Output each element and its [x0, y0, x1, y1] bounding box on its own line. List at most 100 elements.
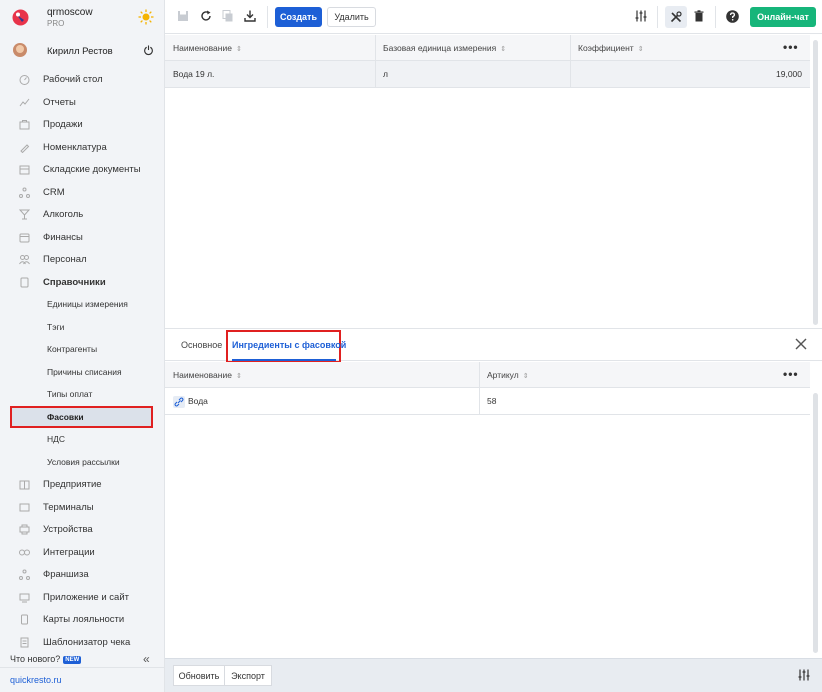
user-name: Кирилл Рестов — [47, 46, 113, 57]
submenu-item-vat[interactable]: НДС — [0, 428, 165, 451]
menu-item-receipt-template[interactable]: Шаблонизатор чека — [0, 631, 165, 654]
toolbar-divider — [715, 6, 716, 28]
toolbar-divider — [267, 6, 268, 28]
menu-item-devices[interactable]: Устройства — [0, 518, 165, 541]
link-icon[interactable] — [173, 395, 185, 408]
menu-label: Алкоголь — [43, 209, 84, 220]
menu-label: Финансы — [43, 231, 83, 243]
column-header-name[interactable]: Наименование ⇕ — [165, 35, 242, 61]
column-header-base-unit[interactable]: Базовая единица измерения ⇕ — [375, 35, 506, 61]
tab-basic[interactable]: Основное — [181, 340, 222, 350]
menu-item-warehouse[interactable]: Складские документы — [0, 158, 165, 181]
sales-icon — [19, 120, 30, 130]
submenu-label: Контрагенты — [47, 344, 98, 354]
main-table-scrollbar[interactable] — [813, 40, 818, 325]
settings-sliders-icon[interactable] — [635, 10, 647, 22]
save-icon[interactable] — [177, 10, 189, 22]
export-button[interactable]: Экспорт — [225, 665, 272, 686]
menu-item-finance[interactable]: Финансы — [0, 226, 165, 249]
toolbar-divider — [657, 6, 658, 28]
menu-label: Франшиза — [43, 569, 89, 580]
menu-label: Интеграции — [43, 546, 95, 558]
refresh-button[interactable]: Обновить — [173, 665, 225, 686]
menu-item-terminals[interactable]: Терминалы — [0, 496, 165, 519]
column-header-coefficient[interactable]: Коэффициент ⇕ — [570, 35, 644, 61]
submenu-item-mailing-conditions[interactable]: Условия рассылки — [0, 451, 165, 474]
main-menu: Рабочий стол Отчеты Продажи Номенклатура… — [0, 68, 165, 653]
menu-item-crm[interactable]: CRM — [0, 181, 165, 204]
power-icon[interactable] — [143, 45, 154, 56]
help-icon[interactable] — [726, 10, 739, 23]
delete-button[interactable]: Удалить — [327, 7, 376, 27]
sun-icon[interactable] — [138, 9, 154, 25]
whats-new-label: Что нового? — [10, 654, 61, 664]
collapse-sidebar-icon[interactable]: « — [143, 652, 150, 666]
column-header-label: Коэффициент — [578, 43, 634, 53]
loyalty-card-icon — [21, 614, 28, 625]
table-row[interactable]: Вода 58 — [165, 388, 810, 415]
cell-coefficient: 19,000 — [776, 69, 802, 79]
main-table-header: Наименование ⇕ Базовая единица измерения ⇕… — [165, 35, 810, 61]
menu-item-reference[interactable]: Справочники — [0, 271, 165, 294]
menu-item-app-site[interactable]: Приложение и сайт — [0, 586, 165, 609]
cell-name-text: Вода — [188, 396, 208, 406]
sidebar: qrmoscow PRO Кирилл Рестов Рабочий стол … — [0, 0, 165, 692]
menu-item-reports[interactable]: Отчеты — [0, 91, 165, 114]
devices-icon — [19, 524, 30, 535]
whats-new-link[interactable]: Что нового? NEW — [10, 654, 82, 664]
tab-ingredients-packaging[interactable]: Ингредиенты с фасовкой — [232, 340, 346, 350]
reports-icon — [19, 98, 30, 106]
column-header-label: Базовая единица измерения — [383, 43, 497, 53]
submenu-label: НДС — [47, 434, 66, 444]
download-icon[interactable] — [244, 10, 256, 22]
menu-label: Терминалы — [43, 501, 94, 513]
menu-label: Приложение и сайт — [43, 591, 129, 603]
submenu-item-writeoff-reasons[interactable]: Причины списания — [0, 361, 165, 384]
menu-item-nomenclature[interactable]: Номенклатура — [0, 136, 165, 159]
column-header-article[interactable]: Артикул ⇕ — [479, 362, 529, 388]
column-header-label: Артикул — [487, 370, 519, 380]
settings-sliders-icon[interactable] — [798, 669, 810, 681]
submenu-item-payment-types[interactable]: Типы оплат — [0, 383, 165, 406]
close-icon[interactable] — [794, 337, 808, 351]
submenu-item-contractors[interactable]: Контрагенты — [0, 338, 165, 361]
user-block[interactable]: Кирилл Рестов — [0, 38, 165, 64]
terminal-icon — [19, 503, 30, 511]
menu-item-staff[interactable]: Персонал — [0, 248, 165, 271]
menu-item-integrations[interactable]: Интеграции — [0, 541, 165, 564]
create-button[interactable]: Создать — [275, 7, 322, 27]
online-chat-button[interactable]: Онлайн-чат — [750, 7, 816, 27]
active-tab-underline — [232, 359, 336, 361]
footer-bar: Обновить Экспорт — [165, 658, 822, 692]
column-options-icon[interactable]: ••• — [783, 367, 799, 381]
menu-item-loyalty-cards[interactable]: Карты лояльности — [0, 608, 165, 631]
nomenclature-icon — [20, 143, 30, 153]
brand-block[interactable]: qrmoscow PRO — [0, 0, 165, 34]
sub-table-scrollbar[interactable] — [813, 393, 818, 653]
menu-item-enterprise[interactable]: Предприятие — [0, 473, 165, 496]
refresh-icon[interactable] — [200, 10, 212, 22]
sort-icon: ⇕ — [500, 46, 507, 53]
site-link[interactable]: quickresto.ru — [10, 675, 62, 685]
sort-icon: ⇕ — [235, 373, 242, 380]
menu-label: Продажи — [43, 119, 83, 130]
copy-icon[interactable] — [222, 10, 234, 22]
column-options-icon[interactable]: ••• — [783, 40, 799, 54]
column-header-name[interactable]: Наименование ⇕ — [165, 362, 242, 388]
tools-button[interactable] — [665, 6, 687, 28]
submenu-item-units[interactable]: Единицы измерения — [0, 293, 165, 316]
cell-base-unit: л — [383, 69, 388, 79]
table-row[interactable]: Вода 19 л. л 19,000 — [165, 61, 810, 88]
menu-label: Номенклатура — [43, 141, 107, 153]
column-header-label: Наименование — [173, 370, 232, 380]
submenu-item-tags[interactable]: Тэги — [0, 316, 165, 339]
menu-item-dashboard[interactable]: Рабочий стол — [0, 68, 165, 91]
avatar[interactable] — [13, 43, 27, 57]
trash-icon[interactable] — [693, 10, 705, 22]
menu-item-sales[interactable]: Продажи — [0, 113, 165, 136]
menu-item-franchise[interactable]: Франшиза — [0, 563, 165, 586]
submenu-item-packaging[interactable]: Фасовки — [10, 405, 153, 428]
alcohol-icon — [19, 209, 30, 220]
reference-icon — [20, 277, 29, 287]
menu-item-alcohol[interactable]: Алкоголь — [0, 203, 165, 226]
